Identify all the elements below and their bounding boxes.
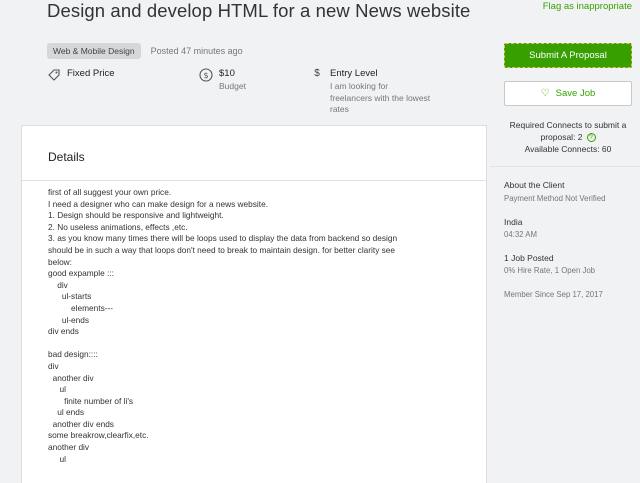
job-meta: Web & Mobile Design Posted 47 minutes ag… [47,43,243,59]
details-line: ul [48,384,66,395]
save-job-button[interactable]: ♡ Save Job [504,81,632,106]
dollar-icon: $ [314,68,320,79]
experience-level: $ Entry Level I am looking for freelance… [310,68,430,116]
jobs-posted: 1 Job Posted [504,253,554,263]
details-line: another div [48,442,90,453]
client-time: 04:32 AM [504,230,537,239]
level-desc-3: rates [330,104,349,114]
details-line: ul-ends [48,314,90,325]
connects-line-2: proposal: 2 [540,132,583,142]
tag-icon [48,69,60,81]
connects-line-3: Available Connects: 60 [524,144,612,154]
help-icon[interactable]: ? [586,133,596,143]
details-divider [22,180,486,181]
details-line: 1. Design should be responsive and light… [48,210,224,221]
details-line: another div [48,372,94,383]
details-line: div ends [48,326,79,337]
details-line: good expample ::: [48,268,114,279]
heart-icon: ♡ [540,88,550,99]
details-line: some breakrow,clearfix,etc. [48,430,149,441]
category-badge[interactable]: Web & Mobile Design [47,43,141,59]
hire-rate: 0% Hire Rate, 1 Open Job [504,266,596,275]
dollar-circle-icon: $ [199,68,213,82]
submit-proposal-button[interactable]: Submit A Proposal [504,43,632,68]
details-line: elements--- [48,302,114,313]
flag-inappropriate-link[interactable]: Flag as inappropriate [543,1,632,12]
save-job-label: Save Job [555,88,596,99]
about-client-heading: About the Client [504,180,565,190]
details-line: ul ends [48,407,84,418]
payment-status: Payment Method Not Verified [504,194,606,203]
svg-text:$: $ [203,71,208,80]
posted-time: Posted 47 minutes ago [150,46,243,56]
details-line: ul-starts [48,291,92,302]
details-line: div [48,360,59,371]
details-panel: Details first of all suggest your own pr… [21,125,487,483]
details-line: below: [48,256,72,267]
budget: $ $10 Budget [199,68,246,93]
level-desc-2: freelancers with the lowest [330,92,431,103]
details-line: ul [48,453,66,464]
job-title: Design and develop HTML for a new News w… [47,0,471,21]
price-type: Fixed Price [47,68,115,82]
details-heading: Details [48,150,85,164]
details-line: bad design:::: [48,349,98,360]
connects-line-1: Required Connects to submit a [509,120,627,130]
budget-label: Budget [219,81,246,91]
details-line: 3. as you know many times there will be … [48,233,398,244]
details-line: first of all suggest your own price. [48,187,172,197]
price-type-label: Fixed Price [67,68,115,79]
details-line: should be in such a way that loops don't… [48,244,396,255]
details-line [48,338,464,350]
details-body: first of all suggest your own price. I ne… [48,187,464,465]
details-line: I need a designer who can make design fo… [48,198,268,209]
details-line: 2. No useless animations, effects ,etc. [48,221,188,232]
connects-info: Required Connects to submit a proposal: … [500,119,636,155]
client-country: India [504,217,523,227]
sidebar-divider [490,166,640,167]
details-line: div [48,279,68,290]
member-since: Member Since Sep 17, 2017 [504,290,603,299]
details-line: finite number of li's [48,395,134,406]
level-label: Entry Level [330,68,378,79]
budget-value: $10 [219,68,235,79]
details-line: another div ends [48,418,114,429]
level-desc-1: I am looking for [330,81,389,91]
